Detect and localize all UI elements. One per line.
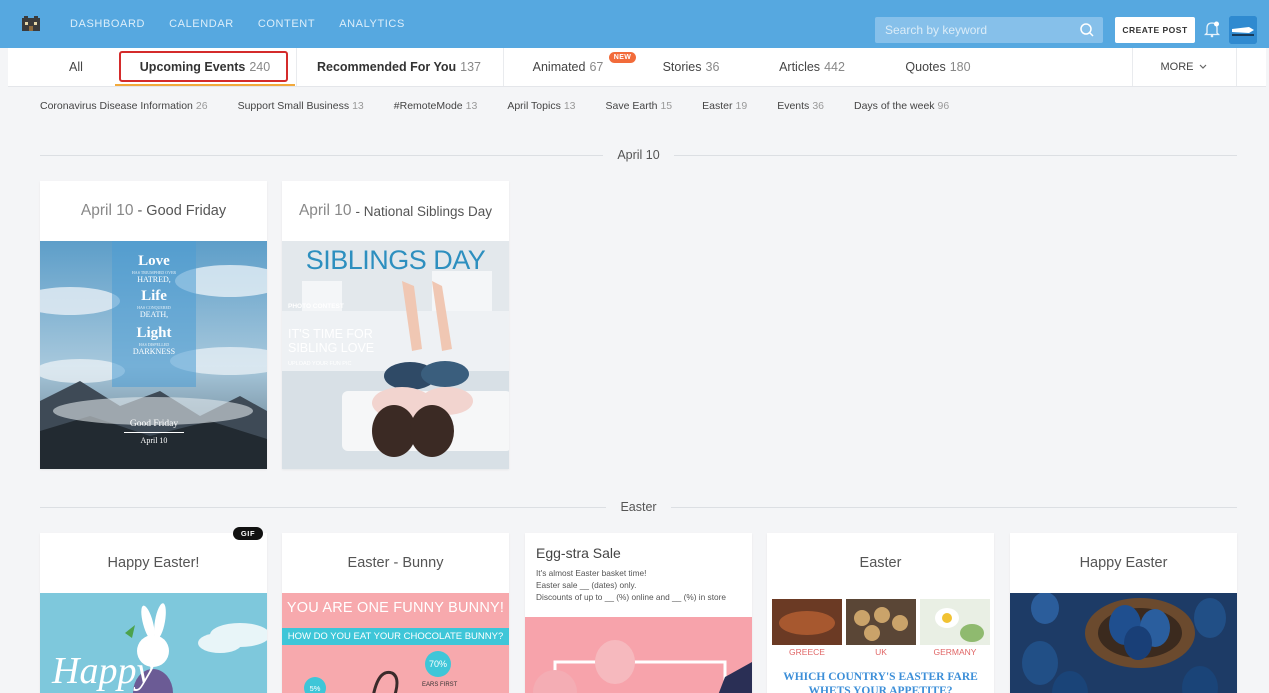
tab-more[interactable]: MORE [1132,48,1236,86]
happy-easter-gif-image: Happy [40,593,267,693]
event-card-good-friday[interactable]: April 10- Good Friday Love HAS TRIUMPHED… [40,181,267,469]
card-title: April 10- National Siblings Day [298,202,493,219]
easter-fare-image: GREECE UK GERMANY WHICH COUNTRY'S EASTER… [767,593,994,693]
poster-word-life: Life [141,288,167,304]
topic-filters: Coronavirus Disease Information 26 Suppor… [8,88,1266,124]
active-tab-indicator [115,84,295,86]
search-input[interactable] [885,23,1075,37]
nav-content[interactable]: CONTENT [258,18,315,30]
create-post-button[interactable]: CREATE POST [1115,17,1195,43]
section-label: April 10 [617,148,660,162]
tab-quotes[interactable]: Quotes 180 [875,48,1001,86]
card-title: April 10- Good Friday [80,202,227,219]
card-title: Easter - Bunny [347,555,444,571]
nav-dashboard[interactable]: DASHBOARD [70,18,145,30]
event-card-happy-easter[interactable]: Happy Easter [1010,533,1237,693]
tab-stories[interactable]: Stories 36 [633,48,749,86]
poster-word-love: Love [138,253,170,269]
topic-easter[interactable]: Easter 19 [702,100,747,112]
siblings-day-image: SIBLINGS DAY PHOTO CONTEST IT'S TIME FOR… [282,241,509,469]
search-icon[interactable] [1079,22,1095,38]
happy-script-text: Happy [52,650,154,692]
easter-bunny-image: YOU ARE ONE FUNNY BUNNY! HOW DO YOU EAT … [282,593,509,693]
topic-remote-mode[interactable]: #RemoteMode 13 [394,100,478,112]
card-title: Egg-stra Sale [536,545,621,561]
section-divider-easter: Easter [40,499,1238,515]
poster-headline: SIBLINGS DAY [305,245,486,275]
user-avatar[interactable] [1229,16,1257,44]
card-title: Easter [859,555,902,571]
gif-badge: GIF [233,527,263,540]
card-title: Happy Easter! [107,555,200,571]
event-card-easter[interactable]: Easter GREECE UK GERMANY WHICH COUNTRY'S… [767,533,994,693]
top-navigation-bar: DASHBOARD CALENDAR CONTENT ANALYTICS CRE… [0,0,1269,48]
search-box [875,17,1103,43]
event-card-egg-stra-sale[interactable]: Egg-stra Sale It's almost Easter basket … [525,533,752,693]
tab-recommended-for-you[interactable]: Recommended For You 137 [296,48,502,86]
section-label: Easter [620,500,657,514]
nav-analytics[interactable]: ANALYTICS [339,18,405,30]
event-card-happy-easter-gif[interactable]: Happy Easter! Happy [40,533,267,693]
new-badge: NEW [609,52,636,63]
nav-calendar[interactable]: CALENDAR [169,18,234,30]
chevron-down-icon [1199,64,1206,69]
topic-coronavirus[interactable]: Coronavirus Disease Information 26 [40,100,208,112]
topic-days-of-the-week[interactable]: Days of the week 96 [854,100,949,112]
topic-events[interactable]: Events 36 [777,100,824,112]
topic-save-earth[interactable]: Save Earth 15 [606,100,673,112]
tab-upcoming-events[interactable]: Upcoming Events 240 [115,48,295,86]
card-title: Happy Easter [1079,555,1168,571]
notification-bell-icon[interactable] [1203,20,1221,38]
good-friday-image: Love HAS TRIUMPHED OVER HATRED, Life HAS… [40,241,267,469]
event-card-easter-bunny[interactable]: Easter - Bunny YOU ARE ONE FUNNY BUNNY! … [282,533,509,693]
topic-april-topics[interactable]: April Topics 13 [507,100,575,112]
tab-articles[interactable]: Articles 442 [749,48,875,86]
poster-word-light: Light [136,325,172,341]
category-tabs: All Upcoming Events 240 Recommended For Y… [8,48,1266,87]
logo-icon[interactable] [20,13,42,35]
egg-sale-image [525,617,752,693]
section-divider-april-10: April 10 [40,147,1238,163]
topic-support-small-business[interactable]: Support Small Business 13 [238,100,364,112]
event-card-national-siblings-day[interactable]: April 10- National Siblings Day SIBLINGS… [282,181,509,469]
happy-easter-image [1010,593,1237,693]
